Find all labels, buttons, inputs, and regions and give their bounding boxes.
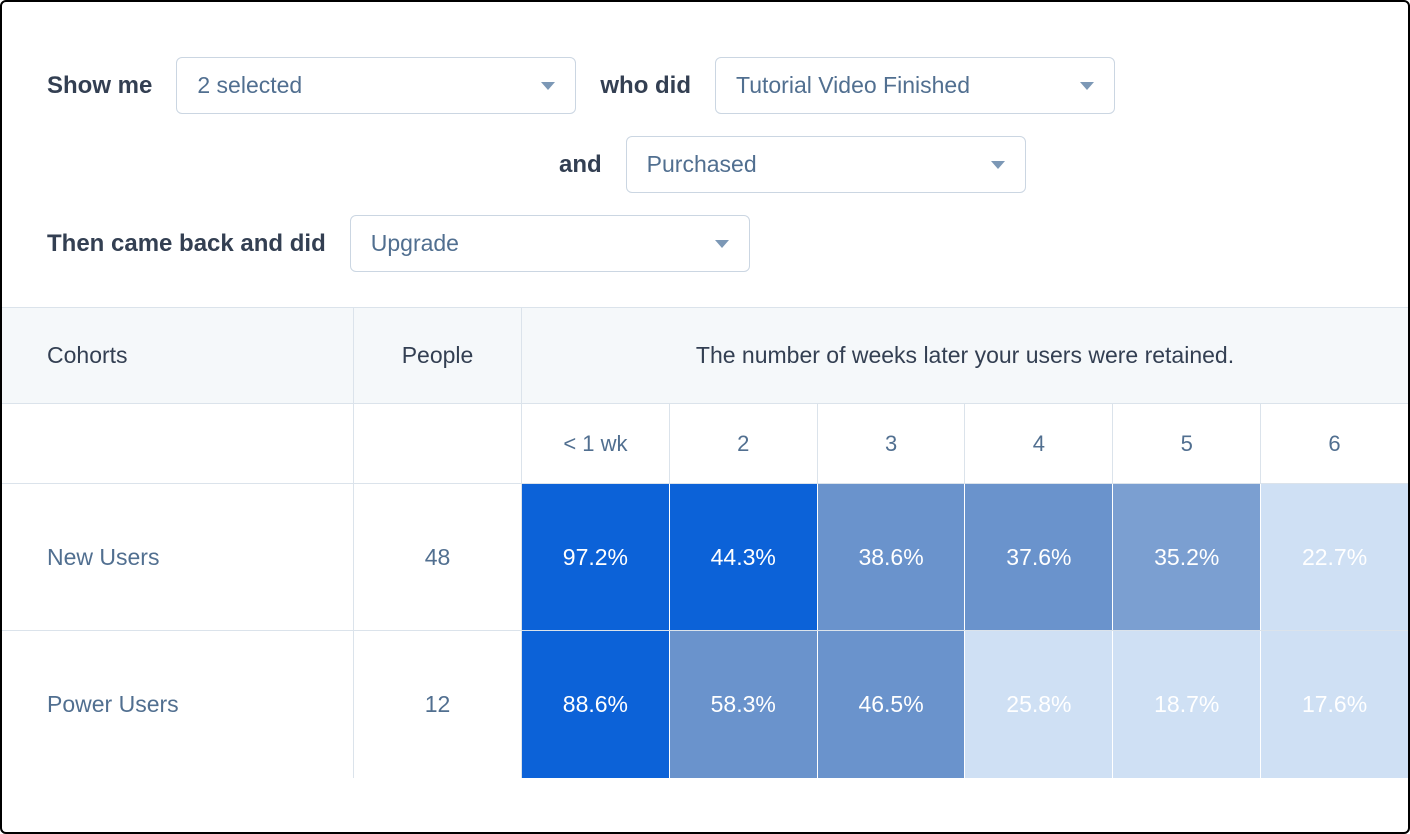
- heat-cell: 44.3%: [670, 484, 818, 630]
- chevron-down-icon: [1080, 82, 1094, 90]
- week-header-row: < 1 wk23456: [2, 404, 1408, 484]
- week-label: 2: [670, 404, 818, 483]
- heat-cell: 22.7%: [1261, 484, 1408, 630]
- cohort-people: 12: [354, 631, 522, 778]
- who-did-dropdown[interactable]: Tutorial Video Finished: [715, 57, 1115, 114]
- heat-cell: 25.8%: [965, 631, 1113, 778]
- and-label: and: [559, 151, 602, 179]
- retention-table: Cohorts People The number of weeks later…: [2, 307, 1408, 778]
- heat-cell: 17.6%: [1261, 631, 1408, 778]
- heat-cell: 46.5%: [818, 631, 966, 778]
- and-value: Purchased: [647, 151, 757, 178]
- heat-cell: 58.3%: [670, 631, 818, 778]
- who-did-label: who did: [600, 72, 691, 100]
- chevron-down-icon: [541, 82, 555, 90]
- header-people: People: [354, 308, 522, 403]
- week-label: 6: [1261, 404, 1408, 483]
- blank-cell: [354, 404, 522, 483]
- heat-cell: 88.6%: [522, 631, 670, 778]
- week-label: < 1 wk: [522, 404, 670, 483]
- show-me-value: 2 selected: [197, 72, 302, 99]
- header-cohorts: Cohorts: [2, 308, 354, 403]
- then-value: Upgrade: [371, 230, 459, 257]
- week-label: 5: [1113, 404, 1261, 483]
- and-dropdown[interactable]: Purchased: [626, 136, 1026, 193]
- then-dropdown[interactable]: Upgrade: [350, 215, 750, 272]
- table-row: Power Users1288.6%58.3%46.5%25.8%18.7%17…: [2, 631, 1408, 778]
- table-row: New Users4897.2%44.3%38.6%37.6%35.2%22.7…: [2, 484, 1408, 631]
- heat-cell: 35.2%: [1113, 484, 1261, 630]
- heat-cell: 38.6%: [818, 484, 966, 630]
- week-label: 3: [818, 404, 966, 483]
- week-label: 4: [965, 404, 1113, 483]
- cohort-name: New Users: [2, 484, 354, 630]
- chevron-down-icon: [991, 161, 1005, 169]
- chevron-down-icon: [715, 240, 729, 248]
- heat-cell: 18.7%: [1113, 631, 1261, 778]
- show-me-label: Show me: [47, 72, 152, 100]
- show-me-dropdown[interactable]: 2 selected: [176, 57, 576, 114]
- header-retained: The number of weeks later your users wer…: [522, 308, 1408, 403]
- query-builder: Show me 2 selected who did Tutorial Vide…: [2, 2, 1408, 307]
- heat-cell: 37.6%: [965, 484, 1113, 630]
- who-did-value: Tutorial Video Finished: [736, 72, 970, 99]
- cohort-people: 48: [354, 484, 522, 630]
- table-header-row: Cohorts People The number of weeks later…: [2, 307, 1408, 404]
- then-label: Then came back and did: [47, 230, 326, 258]
- heat-cell: 97.2%: [522, 484, 670, 630]
- blank-cell: [2, 404, 354, 483]
- cohort-name: Power Users: [2, 631, 354, 778]
